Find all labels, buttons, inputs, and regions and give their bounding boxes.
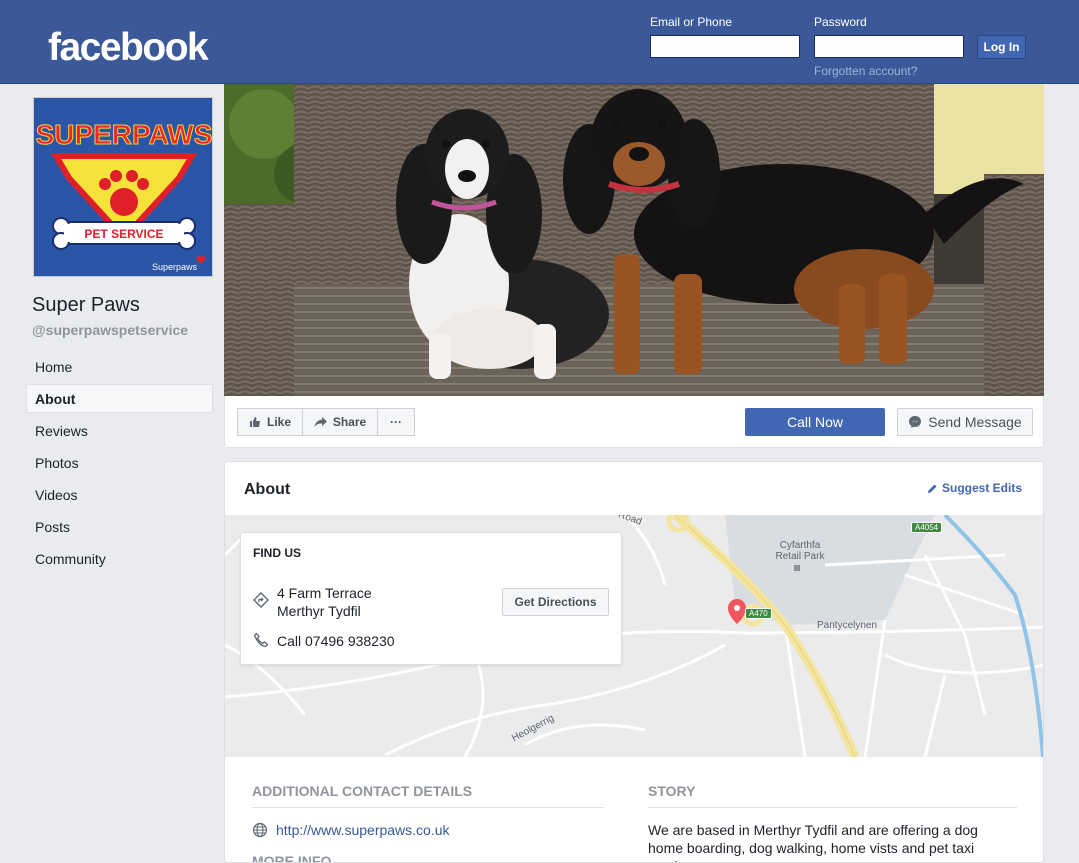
road-badge-a470: A470 [745, 608, 772, 619]
email-input[interactable] [650, 35, 800, 58]
nav-item-videos[interactable]: Videos [26, 480, 213, 509]
nav-item-home[interactable]: Home [26, 352, 213, 381]
page-name[interactable]: Super Paws [32, 294, 140, 317]
password-input[interactable] [814, 35, 964, 58]
address-line1: 4 Farm Terrace [277, 585, 372, 601]
website-link[interactable]: http://www.superpaws.co.uk [276, 822, 450, 838]
directions-diamond-icon [253, 592, 269, 608]
nav-item-posts[interactable]: Posts [26, 512, 213, 541]
send-message-button[interactable]: Send Message [897, 408, 1033, 436]
facebook-logo[interactable]: facebook [48, 26, 209, 70]
nav-item-reviews[interactable]: Reviews [26, 416, 213, 445]
like-button[interactable]: Like [237, 408, 303, 436]
send-message-label: Send Message [928, 414, 1022, 430]
share-button[interactable]: Share [302, 408, 378, 436]
page-handle[interactable]: @superpawspetservice [32, 322, 188, 338]
superpaws-logo-image: SUPERPAWS PET SERVICE Superpaws [34, 98, 213, 276]
profile-picture[interactable]: SUPERPAWS PET SERVICE Superpaws [33, 97, 213, 277]
phone-icon [253, 632, 269, 648]
nav-item-about[interactable]: About [26, 384, 213, 413]
logo-banner-text: PET SERVICE [84, 227, 163, 241]
location-map[interactable]: Cyfarthfa Retail Park A470 A4054 Pantyce… [225, 515, 1043, 757]
thumbs-up-icon [249, 417, 260, 427]
find-us-box: FIND US 4 Farm Terrace Merthyr Tydfil Ge… [240, 532, 622, 665]
about-card: About Suggest Edits Cyfarthfa Retail Par… [224, 461, 1044, 863]
phone-number-link[interactable]: Call 07496 938230 [277, 633, 395, 649]
about-title: About [244, 481, 291, 498]
nav-item-photos[interactable]: Photos [26, 448, 213, 477]
page-nav: Home About Reviews Photos Videos Posts C… [26, 352, 213, 576]
login-button[interactable]: Log In [977, 35, 1026, 59]
share-arrow-icon [314, 417, 327, 427]
additional-contact-heading: ADDITIONAL CONTACT DETAILS [252, 783, 473, 799]
story-text: We are based in Merthyr Tydfil and are o… [648, 822, 978, 862]
top-bar: facebook Email or Phone Password Log In … [0, 0, 1079, 84]
email-label: Email or Phone [650, 15, 733, 29]
story-divider [648, 807, 1017, 808]
suggest-edits-label: Suggest Edits [941, 481, 1022, 495]
find-us-title: FIND US [253, 546, 301, 560]
get-directions-button[interactable]: Get Directions [502, 588, 609, 616]
map-label-retail-park-line1: Cyfarthfa [779, 540, 821, 551]
map-label-retail-park-line2: Retail Park [775, 551, 825, 562]
globe-icon [252, 822, 268, 838]
logo-text: SUPERPAWS [36, 119, 213, 150]
additional-divider [252, 807, 604, 808]
password-label: Password [814, 15, 867, 29]
page-action-bar: Like Share ··· Call Now Send Message [224, 396, 1044, 448]
pencil-icon [927, 484, 937, 493]
like-label: Like [266, 415, 291, 429]
more-dots-icon: ··· [390, 415, 402, 429]
cover-photo[interactable] [224, 84, 1044, 396]
cover-dogs-image [224, 84, 1044, 396]
nav-item-community[interactable]: Community [26, 544, 213, 573]
call-now-button[interactable]: Call Now [745, 408, 885, 436]
more-options-button[interactable]: ··· [377, 408, 415, 436]
road-badge-a4054: A4054 [911, 522, 943, 533]
forgot-account-link[interactable]: Forgotten account? [814, 64, 917, 78]
map-label-retail-park: Cyfarthfa Retail Park [775, 540, 825, 562]
share-label: Share [332, 415, 367, 429]
story-heading: STORY [648, 783, 696, 799]
address-line2: Merthyr Tydfil [277, 603, 361, 619]
messenger-icon [909, 416, 922, 428]
suggest-edits-link[interactable]: Suggest Edits [927, 481, 1022, 495]
logo-signature: Superpaws [152, 262, 198, 272]
map-label-pantycelynen: Pantycelynen [817, 620, 878, 631]
more-info-heading: MORE INFO [252, 853, 332, 863]
